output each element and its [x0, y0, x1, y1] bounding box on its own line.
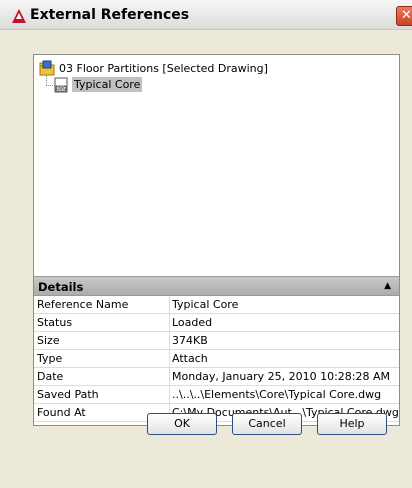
tree-root-label: 03 Floor Partitions [Selected Drawing]: [59, 62, 268, 75]
collapse-arrow-icon[interactable]: ▲: [384, 281, 391, 291]
details-title: Details: [38, 280, 84, 294]
details-key: Saved Path: [37, 388, 99, 401]
details-key: Reference Name: [37, 298, 129, 311]
tree-connector: [46, 75, 48, 85]
details-value: Attach: [172, 352, 208, 365]
details-value: Loaded: [172, 316, 213, 329]
column-divider: [169, 296, 170, 314]
details-rows: Reference Name Typical Core Status Loade…: [34, 296, 399, 422]
details-row: Size 374KB: [34, 332, 399, 350]
title-bar: External References ✕: [0, 0, 412, 30]
close-button[interactable]: ✕: [396, 6, 412, 26]
details-row: Reference Name Typical Core: [34, 296, 399, 314]
dwg-file-icon: DWG: [54, 77, 68, 93]
svg-text:DWG: DWG: [56, 86, 66, 91]
details-value: Monday, January 25, 2010 10:28:28 AM: [172, 370, 391, 383]
details-key: Size: [37, 334, 60, 347]
details-header[interactable]: Details ▲: [34, 276, 399, 296]
tree-connector-h: [46, 85, 53, 87]
drawing-folder-icon: [39, 60, 55, 76]
details-section: Details ▲ Reference Name Typical Core St…: [34, 276, 399, 425]
column-divider: [169, 386, 170, 404]
ok-button[interactable]: OK: [147, 413, 217, 435]
help-button[interactable]: Help: [317, 413, 387, 435]
column-divider: [169, 314, 170, 332]
details-value: Typical Core: [172, 298, 239, 311]
details-value: ..\..\..\Elements\Core\Typical Core.dwg: [172, 388, 382, 401]
details-row: Status Loaded: [34, 314, 399, 332]
details-key: Status: [37, 316, 73, 329]
column-divider: [169, 332, 170, 350]
details-value: 374KB: [172, 334, 208, 347]
window-title: External References: [30, 7, 190, 23]
cancel-button[interactable]: Cancel: [232, 413, 302, 435]
column-divider: [169, 368, 170, 386]
xref-panel: 03 Floor Partitions [Selected Drawing] D…: [33, 54, 400, 426]
details-key: Date: [37, 370, 64, 383]
column-divider: [169, 350, 170, 368]
details-key: Type: [37, 352, 63, 365]
details-row: Saved Path ..\..\..\Elements\Core\Typica…: [34, 386, 399, 404]
autocad-logo-icon: [12, 9, 26, 23]
details-row: Type Attach: [34, 350, 399, 368]
details-row: Date Monday, January 25, 2010 10:28:28 A…: [34, 368, 399, 386]
tree-child-label: Typical Core: [72, 77, 143, 92]
